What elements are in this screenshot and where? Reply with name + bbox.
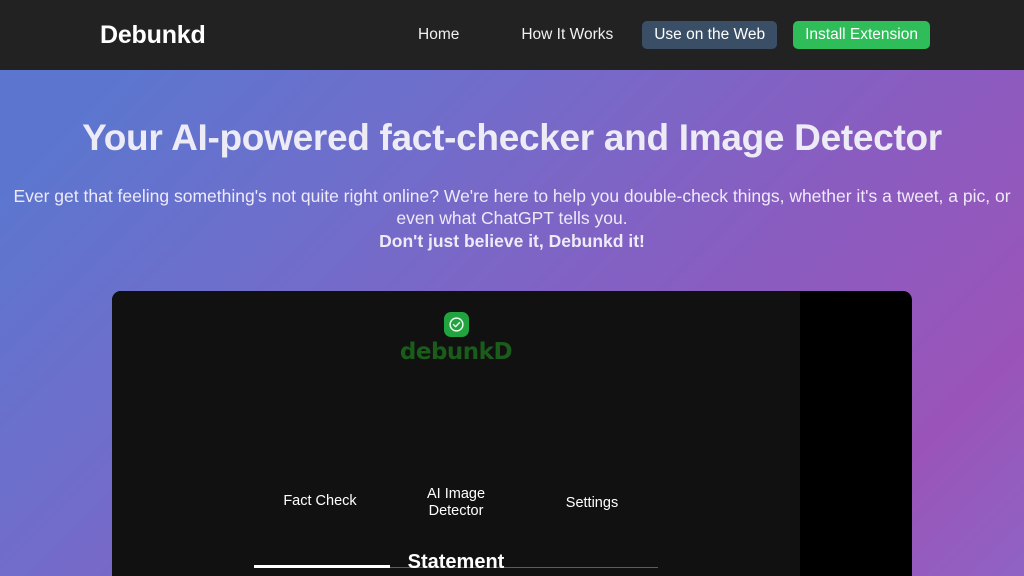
hero-inner: Your AI-powered fact-checker and Image D… (0, 70, 1024, 576)
extension-wordmark: debunkD (399, 339, 513, 365)
use-on-the-web-button[interactable]: Use on the Web (642, 21, 778, 49)
hero-subtitle-block: Ever get that feeling something's not qu… (0, 185, 1024, 252)
install-extension-button[interactable]: Install Extension (793, 21, 930, 49)
extension-popup-frame: debunkD Fact Check AI Image Detector Set… (112, 291, 800, 576)
nav-link-how-it-works[interactable]: How It Works (521, 20, 613, 50)
extension-logo: debunkD (112, 312, 800, 365)
brand-logo-text[interactable]: Debunkd (100, 21, 206, 50)
extension-tabs: Fact Check AI Image Detector Settings (112, 486, 800, 536)
nav-links: Home How It Works Use on the Web Install… (418, 0, 930, 70)
statement-heading: Statement (407, 551, 505, 573)
nav-link-home[interactable]: Home (418, 20, 459, 50)
hero-subtitle-text: Ever get that feeling something's not qu… (13, 186, 1011, 228)
extension-mockup: debunkD Fact Check AI Image Detector Set… (112, 291, 912, 576)
hero-section: Your AI-powered fact-checker and Image D… (0, 70, 1024, 576)
tab-fact-check[interactable]: Fact Check (252, 493, 388, 536)
navbar: Debunkd Home How It Works Use on the Web… (0, 0, 1024, 70)
page-root: Debunkd Home How It Works Use on the Web… (0, 0, 1024, 576)
page-title: Your AI-powered fact-checker and Image D… (82, 117, 942, 158)
tab-ai-image-detector[interactable]: AI Image Detector (388, 486, 524, 536)
check-circle-icon (443, 312, 469, 337)
hero-tagline: Don't just believe it, Debunkd it! (379, 231, 645, 251)
tab-settings[interactable]: Settings (524, 495, 660, 536)
